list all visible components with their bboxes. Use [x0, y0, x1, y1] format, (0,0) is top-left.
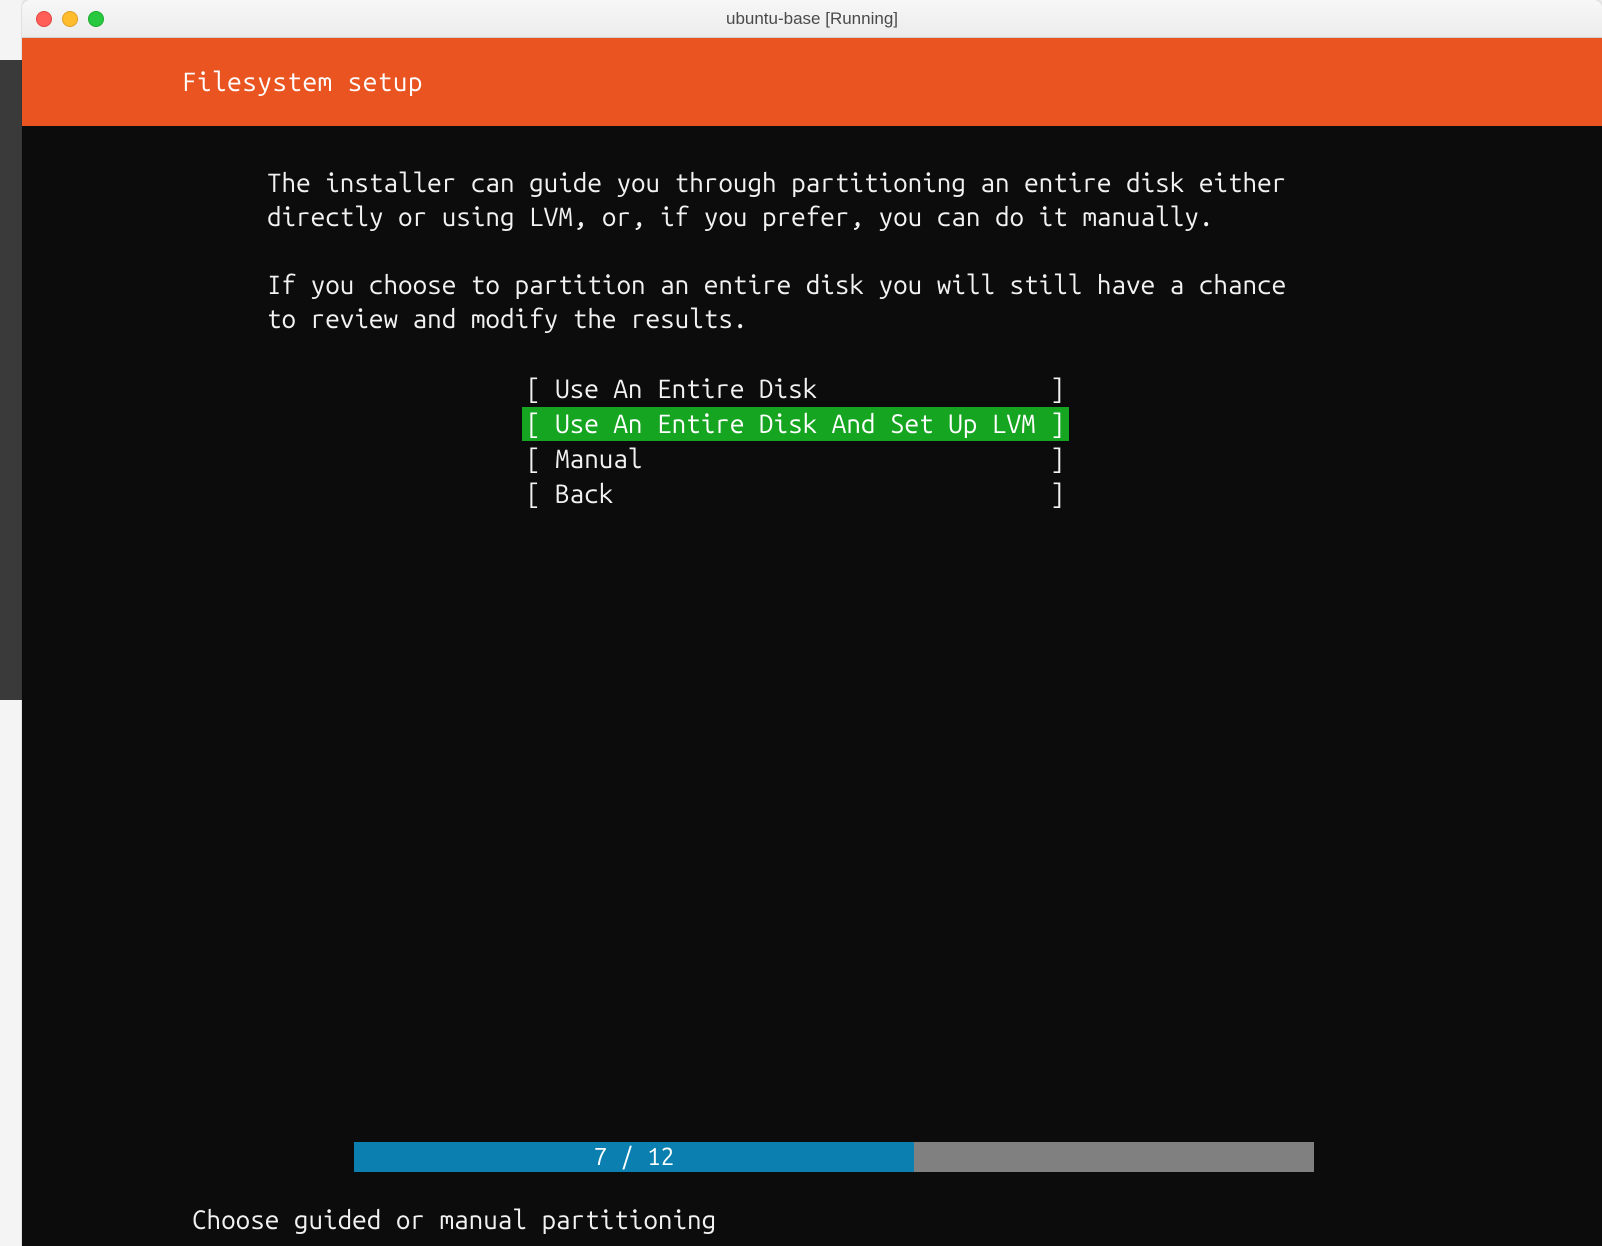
background-dark-strip [0, 60, 22, 700]
intro-text: The installer can guide you through part… [267, 166, 1502, 336]
traffic-lights [36, 11, 104, 27]
window-title: ubuntu-base [Running] [22, 9, 1602, 29]
terminal-screen: Filesystem setup The installer can guide… [22, 38, 1602, 1246]
progress-bar: 7 / 12 [354, 1142, 1314, 1172]
minimize-icon[interactable] [62, 11, 78, 27]
footer-hint: Choose guided or manual partitioning [192, 1204, 716, 1236]
menu-option-entire-disk[interactable]: [ Use An Entire Disk ] [522, 372, 1069, 406]
vm-window: ubuntu-base [Running] Filesystem setup T… [22, 0, 1602, 1246]
installer-body: The installer can guide you through part… [22, 126, 1602, 512]
close-icon[interactable] [36, 11, 52, 27]
partition-menu: [ Use An Entire Disk ] [ Use An Entire D… [522, 372, 1602, 512]
menu-option-manual[interactable]: [ Manual ] [522, 442, 1069, 476]
titlebar[interactable]: ubuntu-base [Running] [22, 0, 1602, 38]
maximize-icon[interactable] [88, 11, 104, 27]
progress-label: 7 / 12 [354, 1142, 914, 1172]
menu-option-back[interactable]: [ Back ] [522, 477, 1069, 511]
menu-option-entire-disk-lvm[interactable]: [ Use An Entire Disk And Set Up LVM ] [522, 407, 1069, 441]
background-strip [0, 0, 22, 1246]
installer-title: Filesystem setup [182, 67, 423, 96]
installer-header: Filesystem setup [22, 38, 1602, 126]
progress-fill: 7 / 12 [354, 1142, 914, 1172]
